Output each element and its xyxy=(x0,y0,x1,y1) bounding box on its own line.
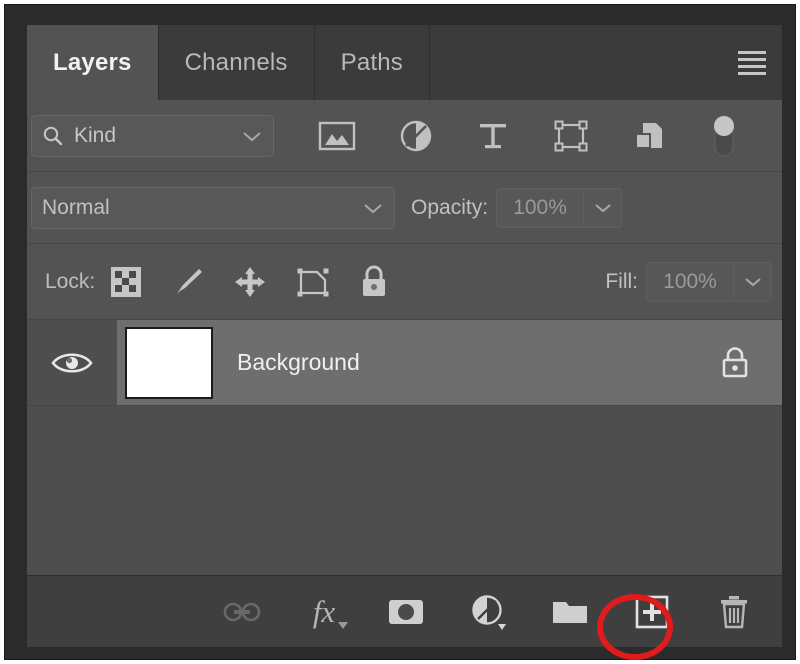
pixel-layer-filter-icon[interactable] xyxy=(318,120,356,152)
layers-panel-toolbar: fx xyxy=(27,575,782,647)
delete-layer-button[interactable] xyxy=(712,590,756,634)
hamburger-line xyxy=(738,64,766,68)
tab-paths-label: Paths xyxy=(340,48,403,76)
chevron-down-icon xyxy=(243,131,261,141)
photoshop-layers-panel-screenshot: Layers Channels Paths Kind Normal Opacit… xyxy=(0,0,800,664)
filter-kind-label: Kind xyxy=(74,123,117,147)
shape-layer-filter-icon[interactable] xyxy=(553,119,589,153)
layer-thumbnail[interactable] xyxy=(125,326,213,399)
tab-channels[interactable]: Channels xyxy=(159,25,315,100)
hamburger-line xyxy=(738,50,766,54)
blend-mode-dropdown[interactable]: Normal xyxy=(31,186,395,229)
fx-dropdown-triangle-icon xyxy=(338,621,348,629)
opacity-field[interactable]: 100% xyxy=(496,187,623,228)
new-layer-button[interactable] xyxy=(630,590,674,634)
lock-image-pixels-icon[interactable] xyxy=(171,265,205,299)
lock-label: Lock: xyxy=(45,269,96,293)
opacity-label: Opacity: xyxy=(411,195,489,219)
fill-label: Fill: xyxy=(605,269,638,293)
tab-bar-spacer xyxy=(430,25,726,100)
tab-layers-label: Layers xyxy=(53,48,132,76)
lock-artboard-nesting-icon[interactable] xyxy=(295,265,331,299)
layer-visibility-toggle[interactable] xyxy=(27,320,117,405)
tab-paths[interactable]: Paths xyxy=(315,25,430,100)
hamburger-line xyxy=(738,71,766,75)
hamburger-line xyxy=(738,57,766,61)
adjustment-icon xyxy=(472,594,506,630)
fx-icon: fx xyxy=(312,594,336,629)
panel-menu-icon[interactable] xyxy=(726,25,782,100)
lock-transparent-pixels-icon[interactable] xyxy=(109,265,143,299)
folder-icon xyxy=(553,601,587,623)
lock-row: Lock: Fill: 100% xyxy=(27,244,782,320)
layers-panel: Layers Channels Paths Kind Normal Opacit… xyxy=(27,25,782,647)
chevron-down-icon xyxy=(594,203,611,212)
layer-list[interactable]: Background xyxy=(27,320,782,575)
panel-outer-frame: Layers Channels Paths Kind Normal Opacit… xyxy=(4,4,796,660)
layer-name[interactable]: Background xyxy=(237,349,718,376)
search-icon xyxy=(43,126,63,145)
new-group-button[interactable] xyxy=(548,590,592,634)
smart-object-filter-icon[interactable] xyxy=(632,119,666,153)
new-adjustment-button[interactable] xyxy=(466,590,510,634)
adjustment-layer-filter-icon[interactable] xyxy=(399,119,433,153)
mask-icon xyxy=(389,599,423,624)
opacity-dropdown-arrow[interactable] xyxy=(583,188,621,227)
blend-mode-row: Normal Opacity: 100% xyxy=(27,172,782,244)
new-layer-icon xyxy=(635,595,669,628)
fill-value[interactable]: 100% xyxy=(647,263,733,301)
fill-dropdown-arrow[interactable] xyxy=(733,262,771,301)
link-icon xyxy=(223,602,261,621)
blend-mode-value: Normal xyxy=(42,195,110,219)
opacity-value[interactable]: 100% xyxy=(497,189,583,227)
tab-layers[interactable]: Layers xyxy=(27,25,159,103)
fill-field[interactable]: 100% xyxy=(646,261,772,302)
link-layers-button[interactable] xyxy=(220,590,264,634)
layer-row-background[interactable]: Background xyxy=(27,320,782,406)
layer-locked-indicator[interactable] xyxy=(718,344,752,382)
filter-type-icons xyxy=(274,113,772,159)
tab-channels-label: Channels xyxy=(184,48,288,76)
panel-tab-bar: Layers Channels Paths xyxy=(27,25,782,103)
type-layer-filter-icon[interactable] xyxy=(476,119,510,153)
lock-icon xyxy=(722,346,748,377)
layer-filter-row: Kind xyxy=(27,100,782,172)
lock-position-icon[interactable] xyxy=(233,265,267,299)
add-layer-mask-button[interactable] xyxy=(384,590,428,634)
layer-styles-button[interactable]: fx xyxy=(302,590,348,634)
filter-toggle-switch[interactable] xyxy=(709,113,739,159)
trash-icon xyxy=(721,595,747,628)
chevron-down-icon xyxy=(364,203,382,213)
eye-icon xyxy=(51,352,93,373)
chevron-down-icon xyxy=(744,277,761,286)
lock-icons-group xyxy=(109,264,389,300)
filter-kind-dropdown[interactable]: Kind xyxy=(31,114,274,157)
lock-all-icon[interactable] xyxy=(359,264,389,300)
